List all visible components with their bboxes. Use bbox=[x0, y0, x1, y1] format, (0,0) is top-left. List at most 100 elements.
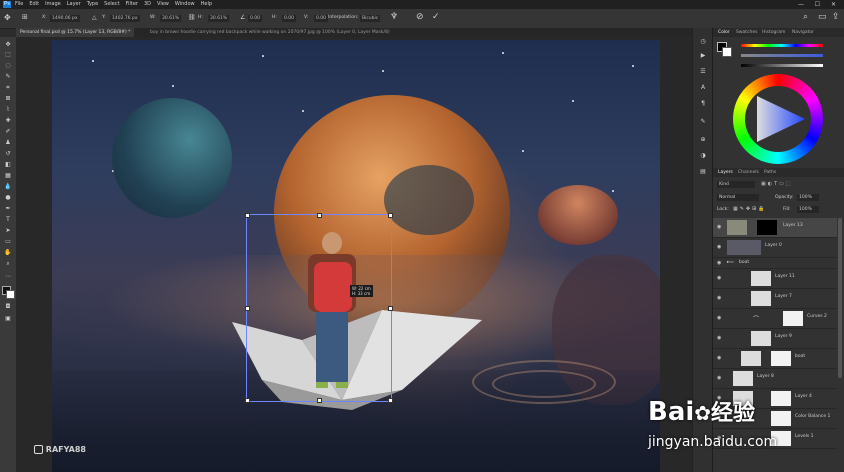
layer-name[interactable]: Layer 8 bbox=[757, 374, 774, 379]
tab-channels[interactable]: Channels bbox=[735, 168, 762, 177]
layer-name[interactable]: boat bbox=[795, 354, 805, 359]
gradient-tool-icon[interactable]: ▦ bbox=[4, 172, 12, 179]
hand-tool-icon[interactable]: ✋ bbox=[4, 249, 12, 256]
opacity-input[interactable]: 100% bbox=[797, 194, 819, 201]
transform-bounding-box[interactable] bbox=[245, 213, 393, 403]
menu-file[interactable]: File bbox=[15, 0, 23, 9]
transform-handle-top[interactable] bbox=[317, 213, 322, 218]
layer-group-row[interactable]: ◉ ▸▭ boat bbox=[713, 258, 837, 269]
tab-boy-photo[interactable]: boy in brown hoodie carrying red backpac… bbox=[146, 28, 394, 37]
layers-scrollbar[interactable] bbox=[838, 218, 842, 378]
move-tool-icon[interactable]: ✥ bbox=[4, 13, 11, 22]
layer-mask-thumbnail[interactable] bbox=[771, 351, 791, 366]
zoom-tool-icon[interactable]: ⌕ bbox=[4, 260, 12, 267]
character-panel-icon[interactable]: A bbox=[699, 84, 707, 91]
minimize-icon[interactable]: — bbox=[798, 0, 804, 9]
tab-personal-final[interactable]: Personal final.psd @ 15.7% (Layer 13, RG… bbox=[16, 28, 135, 37]
visibility-eye-icon[interactable]: ◉ bbox=[717, 315, 721, 321]
lock-icons[interactable]: ▦✎✥⊞🔒 bbox=[733, 206, 767, 212]
height-input[interactable]: 30.61% bbox=[208, 15, 230, 22]
quick-select-tool-icon[interactable]: ✎ bbox=[4, 73, 12, 80]
tab-paths[interactable]: Paths bbox=[761, 168, 779, 177]
layer-name[interactable]: Layer 9 bbox=[775, 334, 792, 339]
visibility-eye-icon[interactable]: ◉ bbox=[717, 375, 721, 381]
menu-3d[interactable]: 3D bbox=[144, 0, 151, 9]
visibility-eye-icon[interactable]: ◉ bbox=[717, 275, 721, 281]
actions-panel-icon[interactable]: ▶ bbox=[699, 52, 707, 59]
background-color-swatch[interactable] bbox=[6, 290, 15, 299]
transform-handle-top-right[interactable] bbox=[388, 213, 393, 218]
frame-tool-icon[interactable]: ⊠ bbox=[4, 95, 12, 102]
layer-row[interactable]: ◉ boat bbox=[713, 349, 837, 369]
color-triangle[interactable] bbox=[753, 92, 807, 146]
menu-select[interactable]: Select bbox=[104, 0, 119, 9]
more-tools-icon[interactable]: ⋯ bbox=[4, 273, 12, 280]
pen-tool-icon[interactable]: ✒ bbox=[4, 205, 12, 212]
canvas-area[interactable]: W: 22 cm H: 33 cm RAFYA88 bbox=[16, 37, 692, 472]
quick-mask-icon[interactable]: ◘ bbox=[4, 303, 12, 310]
layer-name[interactable]: Layer 0 bbox=[765, 243, 782, 248]
brush-tool-icon[interactable]: ✐ bbox=[4, 128, 12, 135]
layer-filter-icons[interactable]: ▣◐T▭⬚ bbox=[761, 181, 793, 187]
clone-source-panel-icon[interactable]: ⊕ bbox=[699, 136, 707, 143]
tab-histogram[interactable]: Histogram bbox=[759, 28, 788, 37]
clone-stamp-tool-icon[interactable]: ♟ bbox=[4, 139, 12, 146]
layer-row[interactable]: ◉ Layer 9 bbox=[713, 329, 837, 349]
paragraph-panel-icon[interactable]: ¶ bbox=[699, 100, 707, 107]
background-color-chip[interactable] bbox=[722, 47, 732, 57]
layer-row[interactable]: ◉ Layer 11 bbox=[713, 269, 837, 289]
x-input[interactable]: 1490.06 px bbox=[50, 15, 80, 22]
h-skew-input[interactable]: 0.00 bbox=[282, 15, 297, 22]
visibility-eye-icon[interactable]: ◉ bbox=[717, 260, 721, 266]
layer-name[interactable]: Color Balance 1 bbox=[795, 414, 830, 419]
menu-window[interactable]: Window bbox=[175, 0, 195, 9]
healing-brush-tool-icon[interactable]: ✚ bbox=[4, 117, 12, 124]
interpolation-select[interactable]: Bicubic bbox=[360, 15, 381, 22]
layer-row[interactable]: ◉ Layer 7 bbox=[713, 289, 837, 309]
shape-tool-icon[interactable]: ▭ bbox=[4, 238, 12, 245]
layer-name[interactable]: Curves 2 bbox=[807, 314, 827, 319]
layer-mask-thumbnail[interactable] bbox=[757, 220, 777, 235]
menu-filter[interactable]: Filter bbox=[126, 0, 138, 9]
visibility-eye-icon[interactable]: ◉ bbox=[717, 295, 721, 301]
layer-row[interactable]: ◉ Layer 8 bbox=[713, 369, 837, 389]
layer-group-name[interactable]: boat bbox=[739, 260, 749, 265]
marquee-tool-icon[interactable]: ⬚ bbox=[4, 51, 12, 58]
layer-mask-thumbnail[interactable] bbox=[771, 391, 791, 406]
layer-name[interactable]: Layer 11 bbox=[775, 274, 795, 279]
angle-input[interactable]: 0.00 bbox=[248, 15, 263, 22]
libraries-panel-icon[interactable]: ▤ bbox=[699, 168, 707, 175]
menu-layer[interactable]: Layer bbox=[67, 0, 81, 9]
dodge-tool-icon[interactable]: ● bbox=[4, 194, 12, 201]
layer-filter-kind[interactable]: Kind bbox=[717, 181, 755, 188]
move-tool-icon[interactable]: ✥ bbox=[4, 41, 12, 48]
share-icon[interactable]: ⇪ bbox=[832, 12, 840, 22]
eyedropper-tool-icon[interactable]: ⌇ bbox=[4, 106, 12, 113]
search-icon[interactable]: ⌕ bbox=[803, 12, 808, 22]
menu-help[interactable]: Help bbox=[201, 0, 212, 9]
brightness-slider[interactable] bbox=[741, 64, 823, 67]
visibility-eye-icon[interactable]: ◉ bbox=[717, 224, 721, 230]
menu-view[interactable]: View bbox=[157, 0, 169, 9]
layer-mask-thumbnail[interactable] bbox=[783, 311, 803, 326]
blur-tool-icon[interactable]: 💧 bbox=[4, 183, 12, 190]
link-icon[interactable]: △ bbox=[92, 14, 97, 21]
layer-name[interactable]: Layer 4 bbox=[795, 394, 812, 399]
eraser-tool-icon[interactable]: ◧ bbox=[4, 161, 12, 168]
visibility-eye-icon[interactable]: ◉ bbox=[717, 244, 721, 250]
color-wheel[interactable] bbox=[733, 74, 823, 164]
maximize-icon[interactable]: ☐ bbox=[815, 0, 820, 9]
lasso-tool-icon[interactable]: ◌ bbox=[4, 62, 12, 69]
layer-mask-thumbnail[interactable] bbox=[771, 411, 791, 426]
menu-type[interactable]: Type bbox=[87, 0, 98, 9]
tab-navigator[interactable]: Navigator bbox=[789, 28, 817, 37]
brushes-panel-icon[interactable]: ✎ bbox=[699, 118, 707, 125]
width-input[interactable]: 30.61% bbox=[160, 15, 182, 22]
visibility-eye-icon[interactable]: ◉ bbox=[717, 335, 721, 341]
history-brush-tool-icon[interactable]: ↺ bbox=[4, 150, 12, 157]
tab-color[interactable]: Color bbox=[715, 28, 733, 37]
layer-name[interactable]: Layer 13 bbox=[783, 223, 803, 228]
cancel-transform-icon[interactable]: ⊘ bbox=[416, 12, 424, 22]
path-select-tool-icon[interactable]: ➤ bbox=[4, 227, 12, 234]
visibility-eye-icon[interactable]: ◉ bbox=[717, 355, 721, 361]
